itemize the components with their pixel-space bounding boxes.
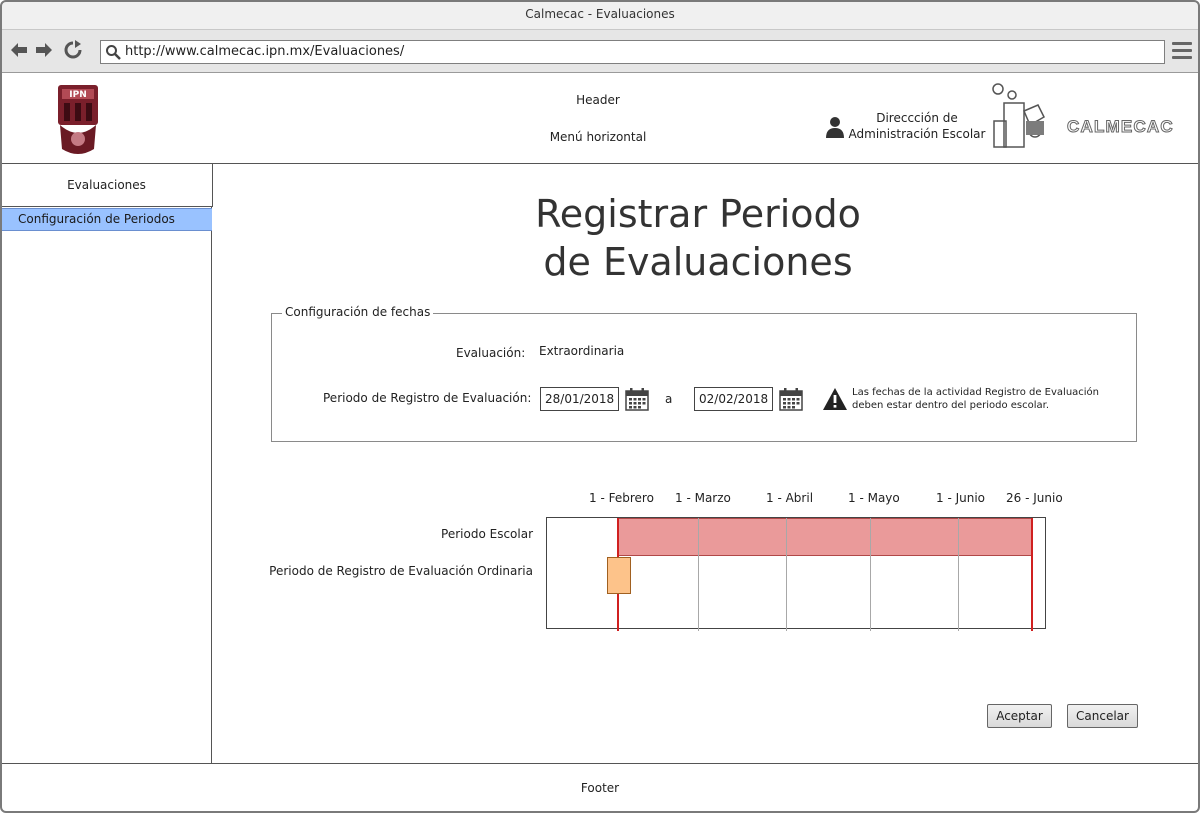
warning-line-1: Las fechas de la actividad Registro de E… [852,387,1100,398]
bar-registro-ordinaria[interactable] [607,557,631,594]
tick-label: 1 - Febrero [589,491,654,505]
calmecac-logo: CALMECAC [990,81,1185,153]
forward-arrow-icon[interactable] [33,39,55,61]
tick-label: 1 - Junio [936,491,986,505]
calendar-icon[interactable] [779,387,803,411]
tick-label: 1 - Marzo [675,491,731,505]
user-line-2: Administración Escolar [848,127,986,141]
warning-icon [822,387,848,411]
bar-periodo-escolar [618,518,1032,556]
page-footer: Footer [0,763,1200,813]
date-range-separator: a [665,392,673,406]
evaluacion-label: Evaluación: [456,346,526,360]
reload-icon[interactable] [62,39,84,61]
search-icon [106,45,121,60]
row-label-periodo-escolar: Periodo Escolar [441,527,533,541]
calmecac-wordmark: CALMECAC [1067,117,1174,136]
sidebar-item-configuracion-periodos[interactable]: Configuración de Periodos [0,208,212,231]
accept-button[interactable]: Aceptar [987,704,1052,728]
calendar-icon[interactable] [625,387,649,411]
boundary-end-line [1031,518,1033,631]
cancel-button[interactable]: Cancelar [1067,704,1138,728]
gridline-abril [786,518,787,631]
gridline-marzo [698,518,699,631]
date-to-input[interactable]: 02/02/2018 [694,387,773,411]
url-bar[interactable]: http://www.calmecac.ipn.mx/Evaluaciones/ [100,40,1165,64]
tick-label: 1 - Abril [766,491,814,505]
user-department: Direccción de Administración Escolar [848,110,986,142]
user-line-1: Direccción de [876,111,958,125]
tick-label: 1 - Mayo [848,491,900,505]
evaluacion-value: Extraordinaria [539,344,625,358]
warning-message: Las fechas de la actividad Registro de E… [852,386,1112,412]
hamburger-menu-icon[interactable] [1172,42,1192,62]
ipn-logo: IPN [54,79,102,157]
browser-toolbar: http://www.calmecac.ipn.mx/Evaluaciones/ [0,30,1200,73]
sidebar: Evaluaciones Configuración de Periodos [0,164,213,763]
page-title-line-2: de Evaluaciones [543,240,853,284]
page-title: Registrar Periodo de Evaluaciones [450,190,946,286]
back-arrow-icon[interactable] [8,39,30,61]
window-titlebar: Calmecac - Evaluaciones [0,0,1200,30]
fieldset-legend: Configuración de fechas [282,305,434,319]
page-title-line-1: Registrar Periodo [535,192,861,236]
gridline-junio [958,518,959,631]
tick-label: 26 - Junio [1006,491,1063,505]
svg-text:IPN: IPN [69,90,86,100]
periodo-registro-label: Periodo de Registro de Evaluación: [323,391,532,405]
url-text: http://www.calmecac.ipn.mx/Evaluaciones/ [125,44,405,59]
user-icon [826,116,844,138]
header-label: Header [576,93,620,107]
date-from-input[interactable]: 28/01/2018 [540,387,619,411]
warning-line-2: deben estar dentro del periodo escolar. [852,400,1050,411]
gridline-mayo [870,518,871,631]
date-config-fieldset [271,313,1137,442]
row-label-registro-ordinaria: Periodo de Registro de Evaluación Ordina… [269,564,533,578]
window-title: Calmecac - Evaluaciones [525,7,675,21]
sidebar-title[interactable]: Evaluaciones [0,164,213,207]
page-header: IPN Header Menú horizontal Direccción de… [0,73,1200,164]
horizontal-menu[interactable]: Menú horizontal [540,130,656,144]
